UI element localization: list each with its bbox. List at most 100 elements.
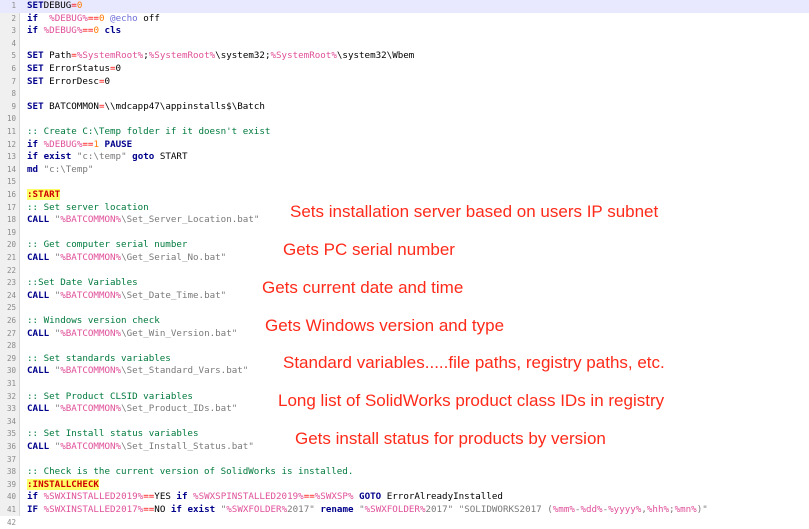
code-token: if bbox=[27, 138, 39, 150]
code-text: SET BATCOMMON=\\mdcapp47\appinstalls$\Ba… bbox=[19, 101, 265, 114]
code-line[interactable]: 3 if %DEBUG%==0 cls bbox=[0, 25, 809, 38]
code-text: :: Set Product CLSID variables bbox=[19, 391, 193, 404]
code-line[interactable]: 9 SET BATCOMMON=\\mdcapp47\appinstalls$\B… bbox=[0, 101, 809, 114]
code-token: GOTO bbox=[359, 491, 382, 503]
code-token: :: Windows version check bbox=[27, 315, 160, 326]
code-token: %DEBUG% bbox=[49, 12, 88, 24]
code-token: off bbox=[137, 12, 160, 24]
code-line[interactable]: 5 SET Path=%SystemRoot%;%SystemRoot%\syst… bbox=[0, 50, 809, 63]
code-token: SET bbox=[27, 75, 44, 87]
code-line[interactable]: 7 SET ErrorDesc=0 bbox=[0, 76, 809, 89]
line-number: 30 bbox=[6, 366, 16, 376]
code-line[interactable]: 15 bbox=[0, 176, 809, 189]
code-text: :: Set server location bbox=[19, 202, 149, 215]
code-token: %DEBUG% bbox=[43, 138, 83, 150]
code-token: rename bbox=[320, 504, 354, 515]
code-text: SETDEBUG=0 bbox=[19, 0, 82, 13]
code-line[interactable]: 14 md "c:\Temp" bbox=[0, 164, 809, 177]
code-token: %SystemRoot% bbox=[148, 50, 216, 62]
code-text: SET ErrorStatus=0 bbox=[19, 63, 121, 76]
code-token: %BATCOMMON% bbox=[60, 289, 122, 301]
code-token: %BATCOMMON% bbox=[60, 441, 122, 452]
code-line[interactable]: 19 bbox=[0, 227, 809, 240]
code-line[interactable]: 6 SET ErrorStatus=0 bbox=[0, 63, 809, 76]
code-token: CALL bbox=[27, 365, 50, 377]
code-token: 2017" bbox=[287, 504, 315, 515]
code-text: if exist "c:\temp" goto START bbox=[19, 151, 188, 164]
code-token: 0 bbox=[76, 0, 83, 11]
code-token: ErrorAlreadyInstalled bbox=[381, 491, 503, 503]
code-text: ::Set Date Variables bbox=[19, 277, 138, 290]
code-text: CALL "%BATCOMMON%\Set_Standard_Vars.bat" bbox=[19, 365, 248, 378]
code-token: "c:\Temp" bbox=[43, 163, 94, 175]
code-token: ::Set Date Variables bbox=[27, 277, 138, 289]
line-number: 28 bbox=[6, 341, 16, 351]
line-number: 3 bbox=[11, 26, 16, 36]
code-token: == bbox=[87, 12, 99, 24]
code-text: if %DEBUG%==0 @echo off bbox=[19, 13, 160, 26]
code-line[interactable]: 34 bbox=[0, 416, 809, 429]
line-number: 35 bbox=[6, 429, 16, 439]
code-token: CALL bbox=[27, 327, 50, 339]
code-line[interactable]: 8 bbox=[0, 88, 809, 101]
code-token: CALL bbox=[27, 441, 50, 452]
line-number: 7 bbox=[11, 76, 16, 86]
code-line[interactable]: 2 if %DEBUG%==0 @echo off bbox=[0, 13, 809, 26]
code-token: SET bbox=[27, 0, 44, 11]
code-line[interactable]: 28 bbox=[0, 340, 809, 353]
code-token: \Set_Product_IDs.bat" bbox=[121, 403, 238, 415]
code-line[interactable]: 4 bbox=[0, 38, 809, 51]
code-token: %SystemRoot% bbox=[76, 50, 144, 62]
code-token: %SWXSP% bbox=[314, 491, 354, 503]
line-number: 16 bbox=[6, 190, 16, 199]
code-line[interactable]: 41 IF %SWXINSTALLED2017%==NO if exist "%S… bbox=[0, 504, 809, 517]
code-token: == bbox=[143, 491, 155, 503]
code-token: %mm% bbox=[552, 504, 575, 515]
code-line[interactable]: 39:INSTALLCHECK bbox=[0, 478, 809, 492]
code-token: %BATCOMMON% bbox=[60, 403, 122, 415]
code-line[interactable]: 38:: Check is the current version of Sol… bbox=[0, 466, 809, 479]
code-token: NO bbox=[154, 504, 171, 515]
code-token: :: Set Product CLSID variables bbox=[27, 390, 193, 402]
code-token: %SystemRoot% bbox=[270, 50, 337, 62]
code-line[interactable]: 16:START bbox=[0, 189, 809, 202]
code-token: START bbox=[154, 151, 188, 163]
code-token: PAUSE bbox=[104, 138, 133, 150]
code-line[interactable]: 11:: Create C:\Temp folder if it doesn't… bbox=[0, 126, 809, 139]
code-text: if %SWXINSTALLED2019%==YES if %SWXSPINST… bbox=[19, 491, 503, 504]
code-token: if exist bbox=[27, 151, 72, 163]
code-token: %BATCOMMON% bbox=[60, 365, 122, 377]
line-number: 32 bbox=[6, 391, 16, 401]
code-token: SET bbox=[27, 63, 44, 74]
code-token: %BATCOMMON% bbox=[60, 327, 122, 339]
code-line[interactable]: 1 SETDEBUG=0 bbox=[0, 0, 809, 13]
code-token: :INSTALLCHECK bbox=[27, 478, 99, 490]
code-text: CALL "%BATCOMMON%\Set_Product_IDs.bat" bbox=[19, 403, 237, 416]
code-token: %dd% bbox=[580, 504, 603, 515]
code-token: \Set_Date_Time.bat" bbox=[121, 289, 227, 301]
annotation-label: Gets current date and time bbox=[262, 277, 464, 297]
code-line[interactable]: 22 bbox=[0, 265, 809, 278]
code-line[interactable]: 25 bbox=[0, 302, 809, 315]
code-line[interactable]: 42 bbox=[0, 517, 809, 529]
code-text: IF %SWXINSTALLED2017%==NO if exist "%SWX… bbox=[19, 504, 708, 517]
line-number: 12 bbox=[6, 139, 16, 149]
code-line[interactable]: 37 bbox=[0, 454, 809, 467]
code-token: ErrorDesc bbox=[43, 75, 99, 87]
code-line[interactable]: 12 if %DEBUG%==1 PAUSE bbox=[0, 139, 809, 152]
code-token: %SWXFOLDER% bbox=[226, 504, 288, 515]
code-token: :: Check is the current version of Solid… bbox=[27, 466, 354, 478]
code-line[interactable]: 31 bbox=[0, 378, 809, 391]
line-number: 17 bbox=[6, 202, 16, 212]
line-number: 19 bbox=[6, 227, 16, 237]
code-token: \Set_Install_Status.bat" bbox=[121, 441, 254, 452]
annotation-label: Long list of SolidWorks product class ID… bbox=[278, 391, 665, 411]
code-line[interactable]: 13 if exist "c:\temp" goto START bbox=[0, 151, 809, 164]
annotation-label: Gets install status for products by vers… bbox=[295, 429, 606, 448]
code-token: cls bbox=[104, 25, 122, 37]
code-text: :INSTALLCHECK bbox=[19, 478, 99, 492]
code-line[interactable]: 10 bbox=[0, 113, 809, 126]
code-token: %SWXINSTALLED2017% bbox=[43, 504, 144, 515]
code-line[interactable]: 40 if %SWXINSTALLED2019%==YES if %SWXSPIN… bbox=[0, 491, 809, 504]
line-number: 26 bbox=[6, 316, 16, 325]
